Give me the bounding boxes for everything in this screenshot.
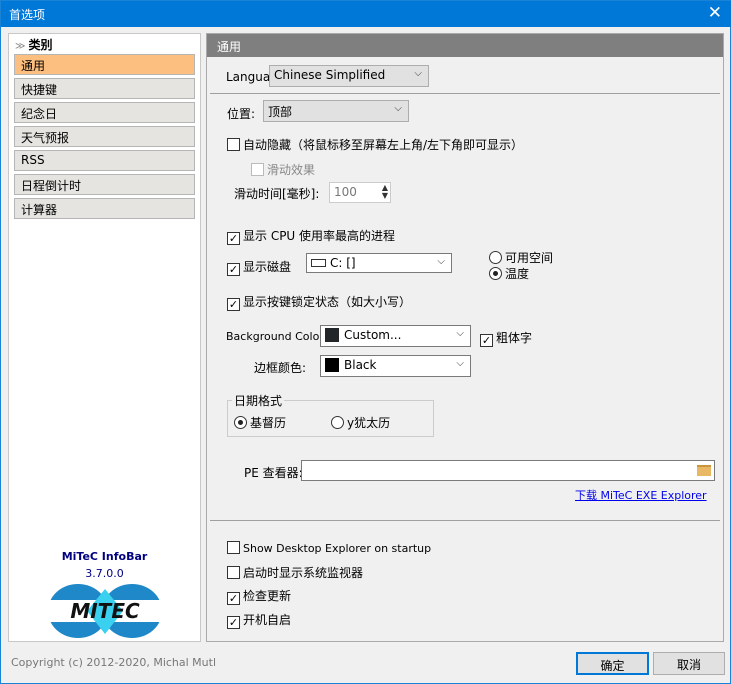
- category-header: ≫ 类别: [15, 38, 53, 52]
- checkbox-icon: ✓: [227, 592, 240, 605]
- radio-gregorian[interactable]: 基督历: [234, 414, 286, 431]
- color-swatch: [325, 358, 339, 372]
- show-disk-checkbox[interactable]: ✓ 显示磁盘: [227, 258, 291, 276]
- drive-icon: [311, 259, 326, 267]
- radio-icon: [489, 267, 502, 280]
- product-version: 3.7.0.0: [85, 567, 124, 580]
- autohide-checkbox[interactable]: 自动隐藏（将鼠标移至屏幕左上角/左下角即可显示）: [227, 136, 523, 153]
- chevron-down-icon[interactable]: ≫: [15, 41, 25, 52]
- checkbox-icon: ✓: [227, 232, 240, 245]
- disk-select[interactable]: C: [] ⌵: [306, 253, 452, 273]
- mitec-logo: MITEC: [48, 584, 162, 638]
- border-color-label: 边框颜色:: [254, 361, 307, 375]
- general-panel: 通用 Language: Chinese Simplified ⌵ 位置: 顶部 ⌵…: [206, 33, 724, 642]
- position-select[interactable]: 顶部 ⌵: [263, 100, 409, 122]
- sidebar-item-countdown[interactable]: 日程倒计时: [14, 174, 195, 195]
- sidebar-item-general[interactable]: 通用: [14, 54, 195, 75]
- checkbox-icon: [227, 541, 240, 554]
- chevron-down-icon: ⌵: [437, 256, 445, 267]
- autostart-checkbox[interactable]: ✓ 开机自启: [227, 611, 291, 629]
- spin-arrows-icon[interactable]: ▲ ▼: [382, 184, 388, 200]
- color-swatch: [325, 328, 339, 342]
- language-select[interactable]: Chinese Simplified ⌵: [269, 65, 429, 87]
- chevron-down-icon: ⌵: [456, 358, 464, 369]
- chevron-down-icon: ⌵: [414, 68, 422, 79]
- radio-icon: [234, 416, 247, 429]
- panel-title: 通用: [207, 34, 723, 57]
- radio-temperature[interactable]: 温度: [489, 265, 529, 282]
- show-lock-state-checkbox[interactable]: ✓ 显示按键锁定状态（如大小写）: [227, 293, 411, 311]
- cancel-button[interactable]: 取消: [653, 652, 725, 675]
- show-cpu-checkbox[interactable]: ✓ 显示 CPU 使用率最高的进程: [227, 227, 395, 245]
- date-format-title: 日期格式: [232, 392, 285, 409]
- chevron-down-icon: ⌵: [394, 103, 402, 114]
- radio-free-space[interactable]: 可用空间: [489, 249, 553, 266]
- svg-text:MITEC: MITEC: [70, 599, 140, 623]
- bold-checkbox[interactable]: ✓ 粗体字: [480, 329, 532, 347]
- checkbox-icon: [251, 163, 264, 176]
- radio-icon: [331, 416, 344, 429]
- category-sidebar: ≫ 类别 通用 快捷键 纪念日 天气预报 RSS 日程倒计时 计算器 MiTeC …: [8, 33, 201, 642]
- checkbox-icon: ✓: [227, 263, 240, 276]
- divider: [210, 93, 720, 94]
- title-bar: 首选项 ✕: [1, 1, 731, 27]
- checkbox-icon: [227, 138, 240, 151]
- folder-icon[interactable]: [697, 465, 711, 476]
- checkbox-icon: ✓: [227, 616, 240, 629]
- bg-color-select[interactable]: Custom... ⌵: [320, 325, 471, 347]
- radio-icon: [489, 251, 502, 264]
- sidebar-item-calculator[interactable]: 计算器: [14, 198, 195, 219]
- pe-viewer-label: PE 查看器:: [244, 466, 303, 480]
- slide-time-label: 滑动时间[毫秒]:: [234, 187, 320, 201]
- sidebar-item-anniversary[interactable]: 纪念日: [14, 102, 195, 123]
- sidebar-item-rss[interactable]: RSS: [14, 150, 195, 171]
- check-updates-checkbox[interactable]: ✓ 检查更新: [227, 587, 291, 605]
- window-title: 首选项: [9, 8, 46, 22]
- slide-effect-checkbox[interactable]: 滑动效果: [251, 161, 315, 178]
- show-monitor-checkbox[interactable]: 启动时显示系统监视器: [227, 564, 363, 581]
- chevron-down-icon: ⌵: [456, 328, 464, 339]
- slide-time-spinner[interactable]: 100 ▲ ▼: [329, 182, 391, 203]
- close-icon[interactable]: ✕: [708, 3, 722, 23]
- copyright: Copyright (c) 2012-2020, Michal Mutl: [11, 656, 217, 669]
- show-desktop-explorer-checkbox[interactable]: Show Desktop Explorer on startup: [227, 541, 431, 555]
- divider: [210, 520, 720, 521]
- sidebar-item-weather[interactable]: 天气预报: [14, 126, 195, 147]
- checkbox-icon: [227, 566, 240, 579]
- position-label: 位置:: [227, 107, 256, 121]
- radio-jewish[interactable]: y犹太历: [331, 414, 390, 431]
- checkbox-icon: ✓: [480, 334, 493, 347]
- border-color-select[interactable]: Black ⌵: [320, 355, 471, 377]
- checkbox-icon: ✓: [227, 298, 240, 311]
- sidebar-item-hotkeys[interactable]: 快捷键: [14, 78, 195, 99]
- bg-color-label: Background Color:: [226, 330, 328, 343]
- product-name: MiTeC InfoBar: [61, 550, 148, 563]
- download-exe-explorer-link[interactable]: 下载 MiTeC EXE Explorer: [575, 487, 707, 503]
- ok-button[interactable]: 确定: [576, 652, 649, 675]
- pe-viewer-input[interactable]: [301, 460, 715, 481]
